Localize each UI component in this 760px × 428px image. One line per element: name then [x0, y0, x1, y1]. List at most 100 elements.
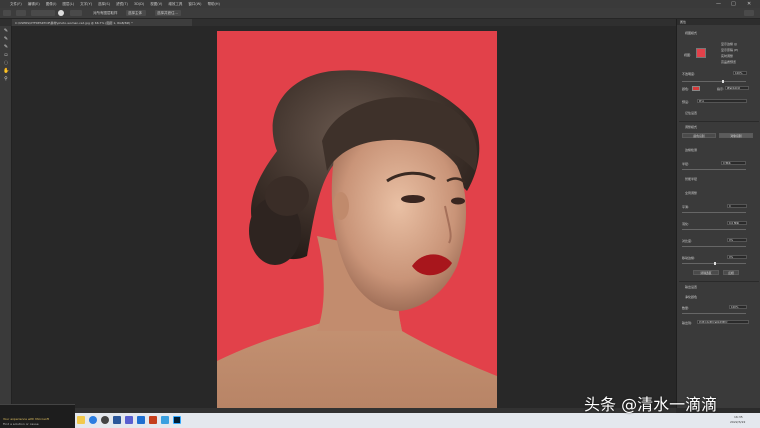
menu-edit[interactable]: 编辑(E): [28, 2, 40, 7]
refine-edge-brush-icon[interactable]: ✎: [3, 37, 9, 42]
contrast-field[interactable]: 0%: [727, 238, 747, 242]
menu-plugins[interactable]: 增效工具: [168, 2, 182, 7]
menu-filter[interactable]: 滤镜(T): [116, 2, 128, 7]
selection-mode-buttons[interactable]: [31, 10, 55, 16]
radius-label: 半径:: [682, 162, 690, 166]
menu-bar: 文件(F) 编辑(E) 图像(I) 图层(L) 文字(Y) 选择(S) 滤镜(T…: [0, 0, 760, 8]
powerpoint-icon[interactable]: [149, 416, 157, 424]
word-icon[interactable]: [113, 416, 121, 424]
lasso-tool-icon[interactable]: ◌: [3, 61, 9, 66]
output-to-dropdown[interactable]: 新建带有图层蒙版的图层: [697, 320, 749, 324]
tool-preset-picker[interactable]: [16, 10, 26, 16]
menu-3d[interactable]: 3D(D): [134, 2, 144, 6]
hand-tool-icon[interactable]: ✋: [3, 69, 9, 74]
clock-time[interactable]: 16:35: [734, 415, 743, 419]
brush-tool-icon[interactable]: ✎: [3, 45, 9, 50]
opacity-value: 100%: [735, 72, 743, 75]
mask-color-swatch[interactable]: [692, 86, 700, 91]
menu-type[interactable]: 文字(Y): [80, 2, 92, 7]
outlook-icon[interactable]: [137, 416, 145, 424]
smart-radius-checkbox[interactable]: 智能半径: [685, 177, 697, 181]
home-icon[interactable]: [3, 10, 11, 16]
feather-field[interactable]: 0.0 像素: [727, 221, 747, 225]
smooth-field[interactable]: 0: [727, 204, 747, 208]
radius-slider[interactable]: [682, 169, 746, 170]
color-aware-button[interactable]: 颜色识别: [682, 133, 716, 138]
object-aware-button[interactable]: 对象识别: [719, 133, 753, 138]
show-original-checkbox[interactable]: 显示原稿 (P): [721, 48, 738, 52]
global-refine-section-title: 全局调整: [685, 191, 698, 195]
brush-angle-field[interactable]: [70, 10, 82, 16]
feather-value: 0.0 像素: [729, 222, 740, 225]
high-quality-preview-checkbox[interactable]: 高品质预览: [721, 60, 736, 64]
contrast-slider[interactable]: [682, 246, 746, 247]
realtime-refine-checkbox[interactable]: 实时调整: [721, 54, 733, 58]
panel-header-bar: 属性: [677, 19, 760, 25]
clear-selection-label: 清除选区: [700, 271, 712, 275]
app-icon[interactable]: [125, 416, 133, 424]
preset-label: 预设:: [682, 100, 690, 104]
select-subject-button[interactable]: 选择主体: [126, 10, 146, 16]
select-and-mask-button[interactable]: 选择并遮住...: [155, 10, 181, 16]
close-button[interactable]: ✕: [747, 1, 751, 7]
menu-file[interactable]: 文件(F): [10, 2, 22, 7]
edge-browser-icon[interactable]: [89, 416, 97, 424]
amount-value: 100%: [731, 306, 739, 309]
menu-select[interactable]: 选择(S): [98, 2, 110, 7]
smooth-slider[interactable]: [682, 212, 746, 213]
app-icon-2[interactable]: [161, 416, 169, 424]
search-icon[interactable]: [744, 10, 754, 16]
contrast-value: 0%: [729, 239, 734, 242]
document-tab[interactable]: C:\USERS\XTFDESKTOP\素材\photo-woman-red.j…: [12, 19, 192, 26]
properties-panel: 属性 视图模式 视图: 显示边缘 (J) 显示原稿 (P) 实时调整 高品质预览…: [676, 19, 760, 408]
chrome-icon[interactable]: [101, 416, 109, 424]
document-tab-title: C:\USERS\XTFDESKTOP\素材\photo-woman-red.j…: [15, 21, 133, 25]
object-aware-label: 对象识别: [730, 134, 742, 138]
amount-field[interactable]: 100%: [729, 305, 747, 309]
opacity-slider[interactable]: [682, 81, 746, 82]
indicates-label: 指示:: [717, 87, 725, 91]
amount-slider[interactable]: [682, 313, 746, 314]
smooth-label: 平滑:: [682, 205, 690, 209]
photoshop-icon[interactable]: [173, 416, 181, 424]
sample-all-layers-checkbox[interactable]: 对所有图层取样: [93, 11, 118, 16]
save-settings-checkbox[interactable]: 记住设置: [685, 111, 697, 115]
shift-edge-slider-knob[interactable]: [714, 262, 716, 265]
view-mode-thumbnail[interactable]: [696, 48, 706, 58]
menu-help[interactable]: 帮助(H): [208, 2, 220, 7]
invert-button[interactable]: 反相: [723, 270, 739, 275]
menu-layer[interactable]: 图层(L): [62, 2, 74, 7]
preset-dropdown[interactable]: 默认: [697, 99, 747, 103]
quick-selection-tool-icon[interactable]: ✎: [3, 29, 9, 34]
view-label: 视图:: [684, 53, 692, 57]
windows-taskbar: Your experience with Microsoft Find a so…: [0, 404, 760, 428]
show-edge-checkbox[interactable]: 显示边缘 (J): [721, 42, 737, 46]
radius-field[interactable]: 0 像素: [721, 161, 746, 165]
decontaminate-checkbox[interactable]: 净化颜色: [685, 295, 697, 299]
radius-value: 0 像素: [723, 162, 731, 165]
panel-tab-properties[interactable]: 属性: [680, 20, 686, 24]
notification-toast[interactable]: Your experience with Microsoft Find a so…: [0, 404, 75, 428]
opacity-field[interactable]: 100%: [733, 71, 747, 75]
color-aware-label: 颜色识别: [693, 134, 705, 138]
brush-size-icon[interactable]: [58, 10, 64, 16]
menu-view[interactable]: 视图(V): [150, 2, 162, 7]
smooth-value: 0: [729, 205, 731, 208]
file-explorer-icon[interactable]: [77, 416, 85, 424]
shift-edge-label: 移动边缘:: [682, 256, 696, 260]
menu-window[interactable]: 窗口(W): [188, 2, 201, 7]
clear-selection-button[interactable]: 清除选区: [693, 270, 719, 275]
minimize-button[interactable]: —: [716, 1, 721, 7]
maximize-button[interactable]: □: [731, 1, 736, 7]
output-to-label: 输出到:: [682, 321, 693, 325]
output-to-value: 新建带有图层蒙版的图层: [699, 321, 728, 324]
menu-image[interactable]: 图像(I): [46, 2, 57, 7]
zoom-tool-icon[interactable]: ⚲: [3, 77, 9, 82]
opacity-slider-knob[interactable]: [722, 80, 724, 83]
object-selection-tool-icon[interactable]: ▫: [3, 53, 9, 58]
document-canvas[interactable]: [217, 31, 497, 408]
shift-edge-field[interactable]: 0%: [727, 255, 747, 259]
clock-date[interactable]: 2022/3/22: [730, 420, 745, 424]
feather-slider[interactable]: [682, 229, 746, 230]
indicates-dropdown[interactable]: 被蒙版区域: [725, 86, 749, 90]
